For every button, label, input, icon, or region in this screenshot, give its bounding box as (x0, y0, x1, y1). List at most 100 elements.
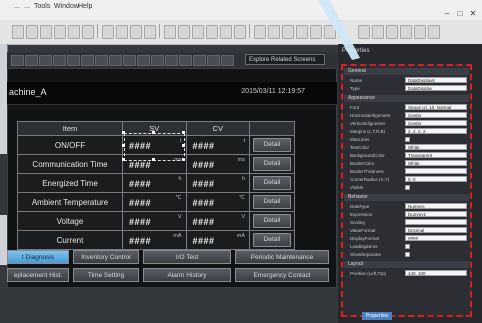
section-behavior[interactable]: Behavior (344, 194, 469, 201)
section-layout[interactable]: Layout (344, 261, 469, 268)
color-field[interactable]: Transparent (405, 152, 467, 158)
menu-tools[interactable]: Tools (34, 3, 50, 10)
resize-handle[interactable] (182, 158, 185, 161)
nav-io-test-button[interactable]: I/O Test (143, 250, 231, 264)
send-back-icon[interactable] (296, 25, 308, 39)
editor-tool-icon[interactable] (25, 55, 38, 66)
sv-data-display[interactable]: #### mA (122, 230, 187, 250)
nav-emergency-contact-button[interactable]: Emergency Contact (235, 268, 329, 282)
close-icon[interactable]: ✕ (468, 9, 478, 19)
dropdown-field[interactable]: Center (405, 112, 467, 118)
zoom-out-icon[interactable] (324, 25, 336, 39)
undo-icon[interactable] (102, 25, 114, 39)
editor-tool-icon[interactable] (179, 55, 192, 66)
align-center-icon[interactable] (178, 25, 190, 39)
resize-handle[interactable] (182, 131, 185, 134)
sv-data-display[interactable]: #### ℃ (122, 192, 187, 212)
simulate-icon[interactable] (144, 25, 156, 39)
prop-value[interactable]: DataDisplay (405, 85, 467, 91)
checkbox[interactable] (405, 252, 410, 257)
align-bottom-icon[interactable] (234, 25, 246, 39)
cv-data-display[interactable]: #### ms (185, 154, 250, 174)
align-top-icon[interactable] (206, 25, 218, 39)
editor-tool-icon[interactable] (109, 55, 122, 66)
editor-tool-icon[interactable] (11, 55, 24, 66)
nav-inventory-control-button[interactable]: Inventory Control (73, 250, 139, 264)
compare-icon[interactable] (372, 25, 384, 39)
resize-handle[interactable] (182, 144, 185, 147)
monitor-icon[interactable] (414, 25, 426, 39)
dropdown-field[interactable]: Decimal (405, 227, 467, 233)
detail-button[interactable]: Detail (253, 214, 291, 228)
checkbox[interactable] (405, 244, 410, 249)
editor-tool-icon[interactable] (151, 55, 164, 66)
ungroup-icon[interactable] (268, 25, 280, 39)
minimize-icon[interactable]: – (442, 9, 452, 19)
build-icon[interactable] (130, 25, 142, 39)
text-field[interactable] (405, 219, 467, 225)
group-icon[interactable] (254, 25, 266, 39)
toolbox-edge[interactable] (0, 215, 7, 265)
section-general[interactable]: General (344, 68, 469, 75)
nav-alarm-history-button[interactable]: Alarm History (143, 268, 231, 282)
menu-window[interactable]: Window (54, 3, 79, 10)
editor-tool-icon[interactable] (53, 55, 66, 66)
properties-tab[interactable]: Properties (362, 312, 392, 320)
page-select-dropdown[interactable]: Explore Related Screens (245, 54, 325, 65)
redo-icon[interactable] (116, 25, 128, 39)
open-icon[interactable] (26, 25, 38, 39)
text-field[interactable]: 140, 100 (405, 270, 467, 276)
transfer-icon[interactable] (358, 25, 370, 39)
menu-help[interactable]: Help (78, 3, 92, 10)
detail-button[interactable]: Detail (253, 157, 291, 171)
align-right-icon[interactable] (192, 25, 204, 39)
resize-handle[interactable] (122, 144, 125, 147)
cv-data-display[interactable]: #### t (185, 135, 250, 155)
menu-item[interactable]: ... (14, 3, 20, 10)
checkbox[interactable] (405, 137, 410, 142)
cv-data-display[interactable]: #### h (185, 173, 250, 193)
editor-tool-icon[interactable] (123, 55, 136, 66)
nav-time-setting-button[interactable]: Time Setting (73, 268, 139, 282)
text-field[interactable]: 2, 2, 2, 2 (405, 128, 467, 134)
editor-tool-icon[interactable] (193, 55, 206, 66)
online-icon[interactable] (386, 25, 398, 39)
section-appearance[interactable]: Appearance (344, 95, 469, 102)
detail-button[interactable]: Detail (253, 138, 291, 152)
editor-tool-icon[interactable] (221, 55, 234, 66)
editor-tool-icon[interactable] (165, 55, 178, 66)
editor-tool-icon[interactable] (137, 55, 150, 66)
editor-tool-icon[interactable] (81, 55, 94, 66)
cv-data-display[interactable]: #### ℃ (185, 192, 250, 212)
font-field[interactable]: Segoe UI, 10, Normal (405, 104, 467, 110)
bring-front-icon[interactable] (282, 25, 294, 39)
resize-handle[interactable] (152, 131, 155, 134)
save-icon[interactable] (40, 25, 52, 39)
menu-item[interactable]: ... (24, 3, 30, 10)
align-left-icon[interactable] (164, 25, 176, 39)
sv-data-display[interactable]: #### h (122, 173, 187, 193)
cv-data-display[interactable]: #### V (185, 211, 250, 231)
editor-tool-icon[interactable] (95, 55, 108, 66)
dropdown-field[interactable]: Numeric (405, 203, 467, 209)
resize-handle[interactable] (152, 158, 155, 161)
nav-replacement-history-button[interactable]: eplacement Hist. (7, 268, 69, 282)
resize-handle[interactable] (122, 131, 125, 134)
nav-periodic-maintenance-button[interactable]: Periodic Maintenance (235, 250, 329, 264)
editor-tool-icon[interactable] (207, 55, 220, 66)
paste-icon[interactable] (82, 25, 94, 39)
copy-icon[interactable] (68, 25, 80, 39)
detail-button[interactable]: Detail (253, 195, 291, 209)
editor-tool-icon[interactable] (39, 55, 52, 66)
settings-icon[interactable] (428, 25, 440, 39)
nav-diagnosis-button[interactable]: t Diagnosis (7, 250, 69, 264)
text-field[interactable]: #### (405, 235, 467, 241)
prop-value[interactable]: DataDisplay6 (405, 77, 467, 83)
text-field[interactable] (405, 168, 467, 174)
cut-icon[interactable] (54, 25, 66, 39)
zoom-in-icon[interactable] (310, 25, 322, 39)
text-field[interactable]: 0, 0 (405, 176, 467, 182)
align-middle-icon[interactable] (220, 25, 232, 39)
detail-button[interactable]: Detail (253, 176, 291, 190)
dropdown-field[interactable]: Center (405, 120, 467, 126)
